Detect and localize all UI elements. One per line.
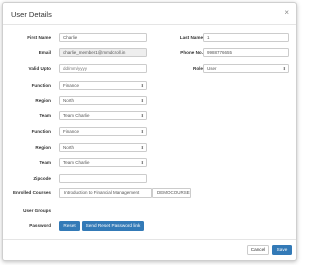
region-label-2: Region (35, 145, 51, 150)
last-name-label: Last Name (179, 35, 203, 40)
first-name-label: First Name (27, 35, 51, 40)
zipcode-label: Zipcode (33, 176, 51, 181)
role-select-value: User (207, 66, 217, 71)
close-icon[interactable]: × (284, 9, 289, 17)
region-select-1-value: North (63, 98, 75, 103)
phone-input[interactable]: 9988776655 (203, 48, 289, 57)
header-divider (3, 24, 296, 25)
dialog-title: User Details (11, 10, 52, 19)
function-select-2-value: Finance (63, 129, 80, 134)
save-button[interactable]: Save (272, 245, 292, 255)
valid-upto-label: Valid Upto (28, 66, 51, 71)
region-label-1: Region (35, 98, 51, 103)
last-name-input[interactable]: 1 (203, 33, 289, 42)
email-label: Email (38, 50, 51, 55)
function-label-1: Function (31, 83, 51, 88)
chevron-down-icon: ⬍ (140, 83, 144, 88)
chevron-down-icon: ⬍ (140, 113, 144, 118)
user-groups-label: User Groups (23, 208, 51, 213)
chevron-down-icon: ⬍ (140, 160, 144, 165)
enrolled-course-chip: Introduction to Financial Management (59, 188, 152, 198)
valid-upto-input[interactable]: dd/mm/yyyy (59, 64, 147, 73)
function-select-2[interactable]: Finance ⬍ (59, 127, 147, 136)
team-select-1-value: Team Charlie (63, 113, 90, 118)
role-label: Role (193, 66, 203, 71)
function-select-1-value: Finance (63, 83, 80, 88)
enrolled-courses-label: Enrolled Courses (12, 190, 51, 195)
function-select-1[interactable]: Finance ⬍ (59, 81, 147, 90)
role-select[interactable]: User ⬍ (203, 64, 289, 73)
team-label-1: Team (39, 113, 51, 118)
first-name-input[interactable]: Charlie (59, 33, 147, 42)
user-details-dialog: User Details × First Name Charlie Last N… (2, 2, 297, 261)
region-select-2-value: North (63, 145, 75, 150)
chevron-down-icon: ⬍ (140, 129, 144, 134)
email-field: charlie_member1@mmdcroll.in (59, 48, 147, 57)
chevron-down-icon: ⬍ (140, 98, 144, 103)
send-reset-link-button[interactable]: Send Reset Password link (82, 221, 144, 231)
password-label: Password (29, 223, 51, 228)
team-select-2[interactable]: Team Charlie ⬍ (59, 158, 147, 167)
region-select-2[interactable]: North ⬍ (59, 143, 147, 152)
chevron-down-icon: ⬍ (282, 66, 286, 71)
phone-label: Phone No. (180, 50, 203, 55)
enrolled-course-chip: DEMOCOURSE (152, 188, 191, 198)
zipcode-input[interactable] (59, 174, 147, 183)
team-select-2-value: Team Charlie (63, 160, 90, 165)
footer-divider (3, 239, 296, 240)
region-select-1[interactable]: North ⬍ (59, 96, 147, 105)
reset-password-button[interactable]: Reset (59, 221, 80, 231)
team-select-1[interactable]: Team Charlie ⬍ (59, 111, 147, 120)
cancel-button[interactable]: Cancel (247, 245, 269, 255)
team-label-2: Team (39, 160, 51, 165)
function-label-2: Function (31, 129, 51, 134)
chevron-down-icon: ⬍ (140, 145, 144, 150)
